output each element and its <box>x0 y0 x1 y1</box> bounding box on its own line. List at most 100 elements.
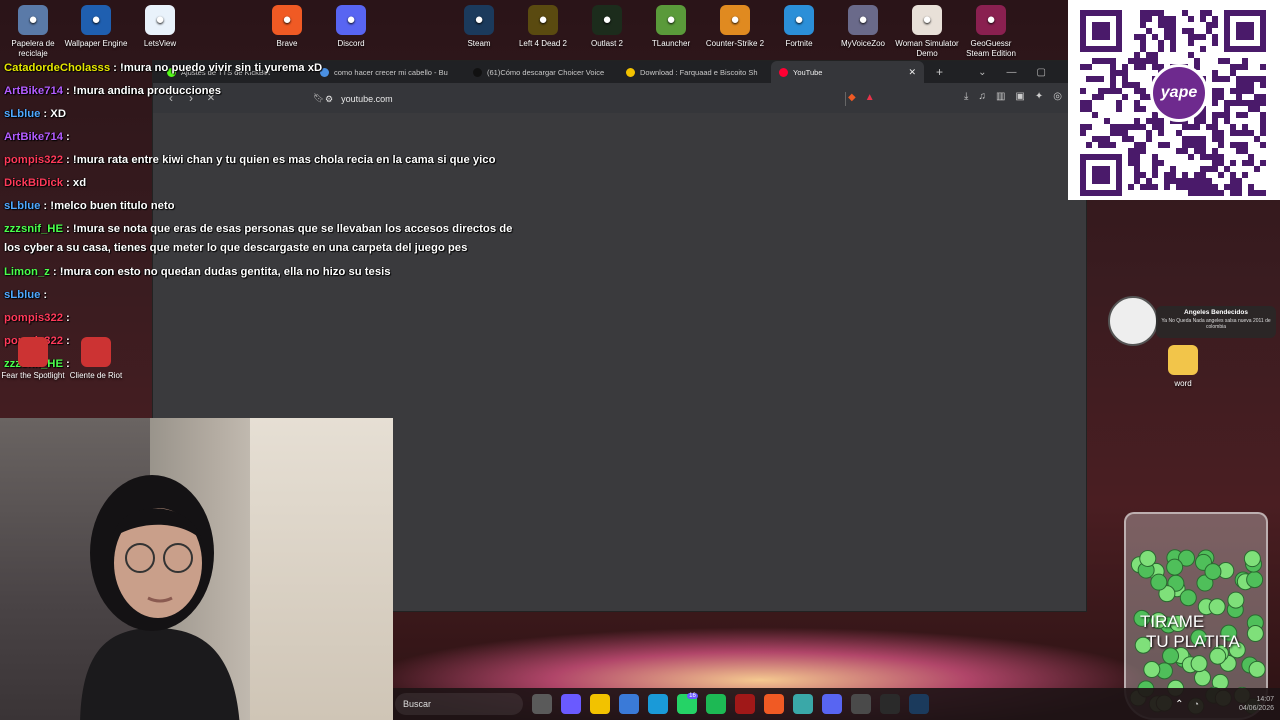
folder-icon <box>1168 345 1198 375</box>
wall <box>250 418 393 720</box>
microsoft-store-icon[interactable] <box>618 694 639 714</box>
chat-text: : !mura andina producciones <box>66 85 222 97</box>
download-icon[interactable]: ⤓ <box>964 91 968 102</box>
sidebar-icon[interactable]: ▥ <box>996 91 1005 102</box>
chat-text: : !mura rata entre kiwi chan y tu quien … <box>66 154 496 166</box>
chat-username[interactable]: ArtBike714 <box>4 85 63 97</box>
browser-toolbar: ⤓ ♫ ▥ ▣ ✦ ◎ <box>964 91 1062 102</box>
brave-taskbar-icon[interactable] <box>763 694 784 714</box>
jar-text-2: TU PLATITA <box>1146 632 1240 651</box>
webcam-feed <box>0 418 393 720</box>
banana-icon <box>626 67 635 77</box>
desktop-icon-folder[interactable]: word <box>1150 340 1216 389</box>
whatsapp-icon[interactable]: 16 <box>676 693 698 714</box>
desktop-icon-recycle-bin[interactable]: ● Papelera de reciclaje <box>0 0 66 59</box>
chat-username[interactable]: pompis322 <box>4 154 63 166</box>
desktop-icon-letsview[interactable]: ● LetsView <box>127 0 193 49</box>
chat-message: Limon_z: !mura con esto no quedan dudas … <box>4 266 391 278</box>
chat-message: pompis322: !mura rata entre kiwi chan y … <box>4 154 495 166</box>
task-view-icon[interactable] <box>531 694 552 714</box>
new-tab-button[interactable]: + <box>924 65 943 79</box>
cs2-icon: ● <box>720 5 750 35</box>
discord-icon: ● <box>336 5 366 35</box>
album-art <box>1108 296 1158 346</box>
chat-message: CatadordeCholasss: !mura no puedo vivir … <box>4 62 322 74</box>
desktop-icon-geoguessr[interactable]: ● GeoGuessr Steam Edition <box>958 0 1024 59</box>
outlast-icon: ● <box>592 5 622 35</box>
streamer-person <box>80 475 240 720</box>
chat-username[interactable]: sLblue <box>4 108 40 120</box>
tab-download[interactable]: Download : Farquaad e Biscoito Sh <box>618 61 771 83</box>
desktop-icon-left4dead[interactable]: ● Left 4 Dead 2 <box>510 0 576 49</box>
tray-chevron-icon[interactable]: ⌃ <box>1175 699 1183 710</box>
chat-username[interactable]: pompis322 <box>4 312 63 324</box>
tlauncher-icon: ● <box>656 5 686 35</box>
edge-icon[interactable] <box>647 694 668 714</box>
chat-username[interactable]: DickBiDick <box>4 177 63 189</box>
chat-message: ArtBike714: <box>4 131 70 143</box>
desktop-icon-steam[interactable]: ● Steam <box>446 0 512 49</box>
leo-ai-icon[interactable]: ✦ <box>1035 91 1043 102</box>
desktop-icon-wallpaper-engine[interactable]: ● Wallpaper Engine <box>63 0 129 49</box>
steam-taskbar-icon[interactable] <box>908 694 929 714</box>
close-tab-icon[interactable]: ✕ <box>908 67 916 78</box>
wallet-icon[interactable]: ▣ <box>1015 91 1024 102</box>
chat-message: sLblue: <box>4 289 47 301</box>
obs-icon[interactable] <box>879 694 900 714</box>
notification-badge: 16 <box>687 693 698 699</box>
site-info-icon[interactable]: ⚙︎ <box>325 94 333 105</box>
url-divider <box>845 92 846 106</box>
dota-icon[interactable] <box>734 694 755 714</box>
desktop-icon-cs2[interactable]: ● Counter-Strike 2 <box>702 0 768 49</box>
now-playing-notification: Angeles Bendecidos Ya No Queda Nada ange… <box>1156 306 1276 338</box>
brave-rewards-icon[interactable]: ▲ <box>865 92 875 103</box>
chat-message: ArtBike714: !mura andina producciones <box>4 85 221 97</box>
network-icon[interactable]: ◔ <box>1194 699 1199 709</box>
minimize-icon[interactable]: — <box>1007 67 1017 78</box>
chat-username[interactable]: zzzsnif_HE <box>4 223 63 235</box>
chat-username[interactable]: sLblue <box>4 200 40 212</box>
tab-youtube[interactable]: YouTube ✕ <box>771 61 924 83</box>
maximize-icon[interactable]: ▢ <box>1037 67 1046 78</box>
taskbar: Buscar 16 ⌃ ◔ 14:07 04/06/2026 <box>393 688 1280 720</box>
copilot-icon[interactable] <box>560 694 581 714</box>
left4dead-icon: ● <box>528 5 558 35</box>
app-icon[interactable] <box>792 694 813 714</box>
chat-username[interactable]: CatadordeCholasss <box>4 62 110 74</box>
file-explorer-icon[interactable] <box>589 694 610 714</box>
desktop-icon-fear-spotlight[interactable]: Fear the Spotlight <box>0 332 66 381</box>
chat-text: : !mura no puedo vivir sin ti yurema xD <box>113 62 323 74</box>
wallpaper-engine-icon: ● <box>81 5 111 35</box>
woman-simulator-icon: ● <box>912 5 942 35</box>
chat-username[interactable]: ArtBike714 <box>4 131 63 143</box>
discord-taskbar-icon[interactable] <box>821 694 842 714</box>
desktop-icon-fortnite[interactable]: ● Fortnite <box>766 0 832 49</box>
url-field[interactable]: ⚙︎ youtube.com <box>325 90 840 108</box>
desktop-icon-outlast[interactable]: ● Outlast 2 <box>574 0 640 49</box>
spotify-icon[interactable] <box>705 694 726 714</box>
vpn-icon[interactable]: ◎ <box>1053 91 1062 102</box>
chat-message: pompis322: <box>4 312 70 324</box>
letsview-icon: ● <box>145 5 175 35</box>
desktop-icon-myvoicezoo[interactable]: ● MyVoiceZoo <box>830 0 896 49</box>
desktop-icon-discord[interactable]: ● Discord <box>318 0 384 49</box>
xbox-icon[interactable] <box>850 694 871 714</box>
desktop-icon-brave[interactable]: ● Brave <box>254 0 320 49</box>
tab-tiktok[interactable]: (61)Cómo descargar Choicer Voice <box>465 61 618 83</box>
myvoicezoo-icon: ● <box>848 5 878 35</box>
media-icon[interactable]: ♫ <box>978 91 986 102</box>
chat-username[interactable]: Limon_z <box>4 266 50 278</box>
desktop-icon-woman-simulator[interactable]: ● Woman Simulator Demo <box>894 0 960 59</box>
taskbar-clock[interactable]: 14:07 04/06/2026 <box>1239 695 1274 713</box>
chat-text: : !melco buen titulo neto <box>43 200 175 212</box>
desktop-icon-tlauncher[interactable]: ● TLauncher <box>638 0 704 49</box>
chat-username[interactable]: sLblue <box>4 289 40 301</box>
brave-shield-icon[interactable]: ◆ <box>848 92 856 103</box>
brave-shields: ◆ ▲ <box>848 92 875 103</box>
chat-text: : XD <box>43 108 67 120</box>
desktop-icon-riot-client[interactable]: Cliente de Riot <box>63 332 129 381</box>
taskbar-search[interactable]: Buscar <box>395 693 523 715</box>
tab-list-chevron-icon[interactable]: ⌄ <box>978 67 986 78</box>
tab-hair[interactable]: como hacer crecer mi cabello - Bu <box>312 61 465 83</box>
bookmark-icon[interactable]: 🔖︎ <box>313 93 324 104</box>
